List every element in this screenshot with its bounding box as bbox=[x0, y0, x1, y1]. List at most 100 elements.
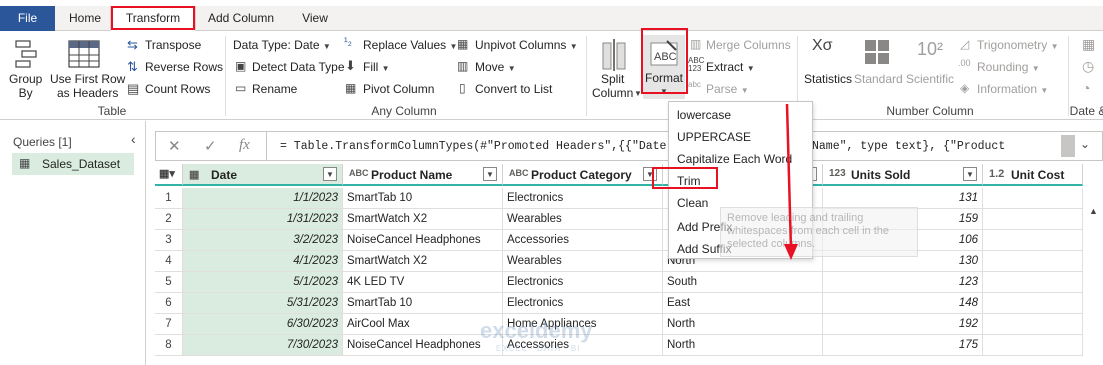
row-number[interactable]: 2 bbox=[155, 209, 183, 230]
cell-date[interactable]: 1/31/2023 bbox=[183, 209, 343, 230]
row-number[interactable]: 3 bbox=[155, 230, 183, 251]
table-row[interactable]: 5 5/1/2023 4K LED TV Electronics South 123 bbox=[155, 272, 1103, 293]
menu-item-trim[interactable]: Trim bbox=[677, 174, 701, 188]
group-by-button[interactable]: Group By bbox=[9, 72, 42, 100]
menu-item-capitalize[interactable]: Capitalize Each Word bbox=[677, 152, 792, 166]
convert-to-list-button[interactable]: Convert to List bbox=[475, 82, 552, 96]
filter-dropdown-icon[interactable]: ▼ bbox=[483, 167, 497, 181]
cell-date[interactable]: 3/2/2023 bbox=[183, 230, 343, 251]
collapse-pane-icon[interactable]: ‹ bbox=[131, 131, 136, 147]
table-row[interactable]: 1 1/1/2023 SmartTab 10 Electronics 131 bbox=[155, 188, 1103, 209]
cell-date[interactable]: 4/1/2023 bbox=[183, 251, 343, 272]
cell-region[interactable]: East bbox=[663, 293, 823, 314]
cell-unit-cost[interactable] bbox=[983, 209, 1083, 230]
cell-product-name[interactable]: AirCool Max bbox=[343, 314, 503, 335]
standard-button[interactable]: Standard bbox=[854, 72, 903, 86]
cell-date[interactable]: 1/1/2023 bbox=[183, 188, 343, 209]
table-row[interactable]: 6 5/31/2023 SmartTab 10 Electronics East 148 bbox=[155, 293, 1103, 314]
cell-region[interactable]: North bbox=[663, 335, 823, 356]
merge-columns-button[interactable]: Merge Columns bbox=[706, 38, 791, 52]
column-header-unit-cost[interactable]: 1.2 Unit Cost bbox=[983, 164, 1083, 186]
table-row[interactable]: 2 1/31/2023 SmartWatch X2 Wearables 159 bbox=[155, 209, 1103, 230]
rename-button[interactable]: Rename bbox=[252, 82, 297, 96]
cell-units-sold[interactable]: 131 bbox=[823, 188, 983, 209]
pivot-column-button[interactable]: Pivot Column bbox=[363, 82, 434, 96]
column-header-product-category[interactable]: ABC Product Category ▼ bbox=[503, 164, 663, 186]
move-button[interactable]: Move ▼ bbox=[475, 60, 516, 74]
cell-product-category[interactable]: Wearables bbox=[503, 209, 663, 230]
statistics-button[interactable]: Statistics bbox=[804, 72, 852, 86]
cell-unit-cost[interactable] bbox=[983, 251, 1083, 272]
extract-button[interactable]: Extract ▼ bbox=[706, 60, 755, 74]
expand-formula-icon[interactable]: ⌄ bbox=[1080, 137, 1090, 151]
transpose-button[interactable]: Transpose bbox=[145, 38, 201, 52]
menu-item-lowercase[interactable]: lowercase bbox=[677, 108, 731, 122]
cell-product-name[interactable]: SmartWatch X2 bbox=[343, 209, 503, 230]
cell-unit-cost[interactable] bbox=[983, 188, 1083, 209]
use-first-row-button[interactable]: Use First Row as Headers bbox=[50, 72, 125, 100]
vertical-scrollbar[interactable]: ▲ bbox=[1083, 188, 1103, 365]
information-button[interactable]: Information ▼ bbox=[977, 82, 1048, 96]
commit-check-icon[interactable]: ✓ bbox=[204, 137, 217, 155]
row-number[interactable]: 7 bbox=[155, 314, 183, 335]
cell-units-sold[interactable]: 148 bbox=[823, 293, 983, 314]
reverse-rows-button[interactable]: Reverse Rows bbox=[145, 60, 223, 74]
row-number[interactable]: 1 bbox=[155, 188, 183, 209]
tab-transform[interactable]: Transform bbox=[110, 6, 196, 32]
cell-product-category[interactable]: Electronics bbox=[503, 272, 663, 293]
cell-unit-cost[interactable] bbox=[983, 314, 1083, 335]
parse-button[interactable]: Parse ▼ bbox=[706, 82, 749, 96]
query-item-sales-dataset[interactable]: ▦ Sales_Dataset bbox=[12, 153, 134, 175]
replace-values-button[interactable]: Replace Values ▼ bbox=[363, 38, 457, 52]
count-rows-button[interactable]: Count Rows bbox=[145, 82, 210, 96]
cell-product-category[interactable]: Wearables bbox=[503, 251, 663, 272]
cell-product-name[interactable]: NoiseCancel Headphones bbox=[343, 335, 503, 356]
data-type-dropdown[interactable]: Data Type: Date ▼ bbox=[233, 38, 331, 52]
cell-unit-cost[interactable] bbox=[983, 293, 1083, 314]
table-row[interactable]: 8 7/30/2023 NoiseCancel Headphones Accessor… bbox=[155, 335, 1103, 356]
cell-product-name[interactable]: SmartTab 10 bbox=[343, 188, 503, 209]
column-header-date[interactable]: ▦ Date ▼ bbox=[183, 164, 343, 186]
menu-item-clean[interactable]: Clean bbox=[677, 196, 708, 210]
cell-product-name[interactable]: SmartWatch X2 bbox=[343, 251, 503, 272]
cell-product-category[interactable]: Electronics bbox=[503, 188, 663, 209]
row-number[interactable]: 4 bbox=[155, 251, 183, 272]
tab-file[interactable]: File bbox=[0, 6, 55, 31]
cancel-icon[interactable]: ✕ bbox=[168, 137, 181, 155]
select-all-corner[interactable]: ▦▾ bbox=[155, 164, 183, 186]
cell-unit-cost[interactable] bbox=[983, 230, 1083, 251]
row-number[interactable]: 8 bbox=[155, 335, 183, 356]
formula-scroll[interactable] bbox=[1061, 135, 1075, 157]
filter-dropdown-icon[interactable]: ▼ bbox=[323, 167, 337, 181]
cell-product-name[interactable]: NoiseCancel Headphones bbox=[343, 230, 503, 251]
cell-units-sold[interactable]: 192 bbox=[823, 314, 983, 335]
cell-units-sold[interactable]: 175 bbox=[823, 335, 983, 356]
tab-home[interactable]: Home bbox=[60, 6, 110, 31]
cell-product-category[interactable]: Electronics bbox=[503, 293, 663, 314]
cell-date[interactable]: 7/30/2023 bbox=[183, 335, 343, 356]
table-row[interactable]: 3 3/2/2023 NoiseCancel Headphones Accessori… bbox=[155, 230, 1103, 251]
cell-units-sold[interactable]: 123 bbox=[823, 272, 983, 293]
filter-dropdown-icon[interactable]: ▼ bbox=[963, 167, 977, 181]
fill-button[interactable]: Fill ▼ bbox=[363, 60, 390, 74]
tab-add-column[interactable]: Add Column bbox=[200, 6, 282, 31]
filter-dropdown-icon[interactable]: ▼ bbox=[643, 167, 657, 181]
table-row[interactable]: 7 6/30/2023 AirCool Max Home Appliances Nort… bbox=[155, 314, 1103, 335]
cell-unit-cost[interactable] bbox=[983, 272, 1083, 293]
cell-date[interactable]: 6/30/2023 bbox=[183, 314, 343, 335]
cell-unit-cost[interactable] bbox=[983, 335, 1083, 356]
rounding-button[interactable]: Rounding ▼ bbox=[977, 60, 1040, 74]
cell-product-name[interactable]: SmartTab 10 bbox=[343, 293, 503, 314]
detect-data-type-button[interactable]: Detect Data Type bbox=[252, 60, 345, 74]
cell-region[interactable]: North bbox=[663, 314, 823, 335]
row-number[interactable]: 6 bbox=[155, 293, 183, 314]
column-header-product-name[interactable]: ABC Product Name ▼ bbox=[343, 164, 503, 186]
scroll-up-icon[interactable]: ▲ bbox=[1089, 206, 1098, 216]
cell-date[interactable]: 5/31/2023 bbox=[183, 293, 343, 314]
trigonometry-button[interactable]: Trigonometry ▼ bbox=[977, 38, 1059, 52]
cell-date[interactable]: 5/1/2023 bbox=[183, 272, 343, 293]
unpivot-columns-button[interactable]: Unpivot Columns ▼ bbox=[475, 38, 578, 52]
table-row[interactable]: 4 4/1/2023 SmartWatch X2 Wearables North 130 bbox=[155, 251, 1103, 272]
fx-icon[interactable]: fx bbox=[239, 137, 250, 154]
format-button[interactable]: ABC Format ▼ bbox=[643, 35, 685, 99]
